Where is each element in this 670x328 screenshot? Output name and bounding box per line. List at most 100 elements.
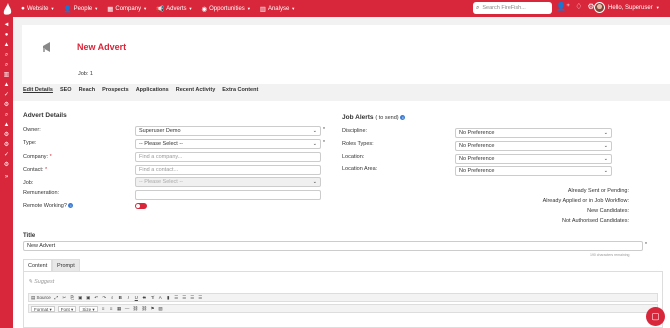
nav-adverts[interactable]: 📢 Adverts ▼ [156,5,192,13]
company-label-text: Company: [23,154,49,160]
nav-company-label: Company [115,5,142,12]
info-icon[interactable]: i [400,115,406,120]
table-icon[interactable]: ▦ [117,306,122,312]
roles-types-select[interactable]: No Preference ⌄ [455,141,612,151]
nav-people[interactable]: 👤 People ▼ [63,5,98,13]
tab-content[interactable]: Content [23,259,53,271]
nav-analyse[interactable]: ▥ Analyse ▼ [260,5,295,13]
nav-opportunities[interactable]: ◉ Opportunities ▼ [201,5,250,13]
type-select[interactable]: -- Please Select -- ⌄ [135,139,321,149]
location-area-select[interactable]: No Preference ⌄ [455,166,612,176]
remove-format-icon[interactable]: T̸ [150,295,155,300]
company-input[interactable]: Find a company... [135,152,321,162]
user-icon[interactable]: ▲ [0,40,13,50]
anchor-icon[interactable]: ⚑ [150,306,155,312]
paste-icon[interactable]: ▣ [78,295,83,301]
gear-icon[interactable]: ⚙ [0,140,13,150]
check-icon[interactable]: ✓ [0,90,13,100]
align-center-icon[interactable]: ☰ [182,295,187,301]
tab-seo[interactable]: SEO [60,84,72,98]
format-select[interactable]: Format ▾ [31,305,55,312]
alert-icon[interactable]: ▲ [0,80,13,90]
tab-applications[interactable]: Applications [136,84,169,98]
nav-company[interactable]: ▦ Company ▼ [107,5,147,13]
paste-text-icon[interactable]: ▣ [86,295,91,301]
numbered-list-icon[interactable]: ≡ [101,306,106,311]
user-menu[interactable]: Hello, Superuser ▼ [594,2,660,13]
contact-input[interactable]: Find a contact... [135,165,321,175]
search-icon: ⌕ [476,4,480,11]
gear-icon[interactable]: ⚙ [0,130,13,140]
content-editor[interactable]: ✎ Suggest ▤ Source ⤢ ✂ ⎘ ▣ ▣ ↶ ↷ ⌕ B I U… [23,271,663,328]
tab-prompt[interactable]: Prompt [52,259,80,271]
redo-icon[interactable]: ↷ [102,295,107,301]
job-id-label: Job: 1 [78,71,93,77]
title-input[interactable]: New Advert [23,241,643,251]
bulleted-list-icon[interactable]: ≡ [109,306,114,311]
expand-sidebar-icon[interactable]: » [0,172,13,182]
search-people-icon[interactable]: ⌕ [0,60,13,70]
add-user-icon[interactable]: 👤⁺ [556,2,570,11]
background-color-icon[interactable]: ▮ [166,295,171,301]
owner-select[interactable]: Superuser Demo ⌄ [135,126,321,136]
tab-recent-activity[interactable]: Recent Activity [176,84,216,98]
tab-reach[interactable]: Reach [79,84,96,98]
font-label: Font [60,306,70,312]
required-marker: * [323,127,325,133]
notifications-icon[interactable]: ♢ [575,2,582,11]
link-icon[interactable]: ⛓ [133,306,139,312]
align-left-icon[interactable]: ☰ [174,295,179,301]
nav-website[interactable]: ● Website ▼ [21,5,54,12]
search-input[interactable]: Search FireFish... [482,5,525,11]
tab-prospects[interactable]: Prospects [102,84,129,98]
align-justify-icon[interactable]: ☰ [198,295,203,301]
tab-extra-content[interactable]: Extra Content [222,84,258,98]
undo-icon[interactable]: ↶ [94,295,99,301]
remuneration-input[interactable] [135,190,321,200]
globe-icon[interactable]: ● [0,30,13,40]
suggest-button[interactable]: ✎ Suggest [28,279,54,285]
bold-icon[interactable]: B [118,295,123,300]
strikethrough-icon[interactable]: S [142,295,147,300]
required-marker: * [645,242,647,248]
remuneration-label: Remuneration: [23,190,60,196]
chat-button[interactable]: ▢ [646,307,665,326]
chevron-down-icon: ⌄ [603,156,608,162]
text-color-icon[interactable]: A [158,295,163,300]
unlink-icon[interactable]: ⛓ [141,306,147,312]
remote-working-toggle[interactable] [135,203,147,209]
source-button[interactable]: ▤ Source [31,295,51,301]
settings-icon[interactable]: ⚙ [0,160,13,170]
search-icon[interactable]: ⌕ [0,50,13,60]
image-icon[interactable]: ▨ [158,306,163,312]
size-select[interactable]: Size ▾ [79,305,98,312]
align-right-icon[interactable]: ☰ [190,295,195,301]
global-search[interactable]: ⌕ Search FireFish... [473,2,552,14]
location-label: Location: [342,154,365,160]
location-area-value: No Preference [459,168,495,174]
tab-edit-details[interactable]: Edit Details [23,84,53,98]
horizontal-line-icon[interactable]: — [125,306,130,311]
underline-icon[interactable]: U [134,295,139,300]
italic-icon[interactable]: I [126,295,131,300]
discipline-select[interactable]: No Preference ⌄ [455,128,612,138]
megaphone-icon: 📢 [156,5,165,13]
check-icon[interactable]: ✓ [0,150,13,160]
location-select[interactable]: No Preference ⌄ [455,154,612,164]
search-icon[interactable]: ⌕ [0,110,13,120]
find-icon[interactable]: ⌕ [110,295,115,300]
megaphone-icon [43,42,50,52]
megaphone-icon[interactable]: ◄ [0,20,13,30]
maximize-icon[interactable]: ⤢ [54,295,59,300]
job-alerts-heading: Job Alerts ( to send) i [342,114,406,121]
chevron-down-icon: ▼ [188,6,193,11]
info-icon[interactable]: i [68,203,74,208]
font-select[interactable]: Font ▾ [57,305,77,312]
cut-icon[interactable]: ✂ [62,295,67,301]
copy-icon[interactable]: ⎘ [70,295,75,300]
gear-icon[interactable]: ⚙ [0,100,13,110]
bar-chart-icon[interactable]: ▥ [0,70,13,80]
user-icon[interactable]: ▲ [0,120,13,130]
firefish-logo-icon[interactable] [2,2,13,15]
editor-toolbar-row-2: Format ▾ Font ▾ Size ▾ ≡ ≡ ▦ — ⛓ ⛓ ⚑ ▨ [28,304,658,313]
